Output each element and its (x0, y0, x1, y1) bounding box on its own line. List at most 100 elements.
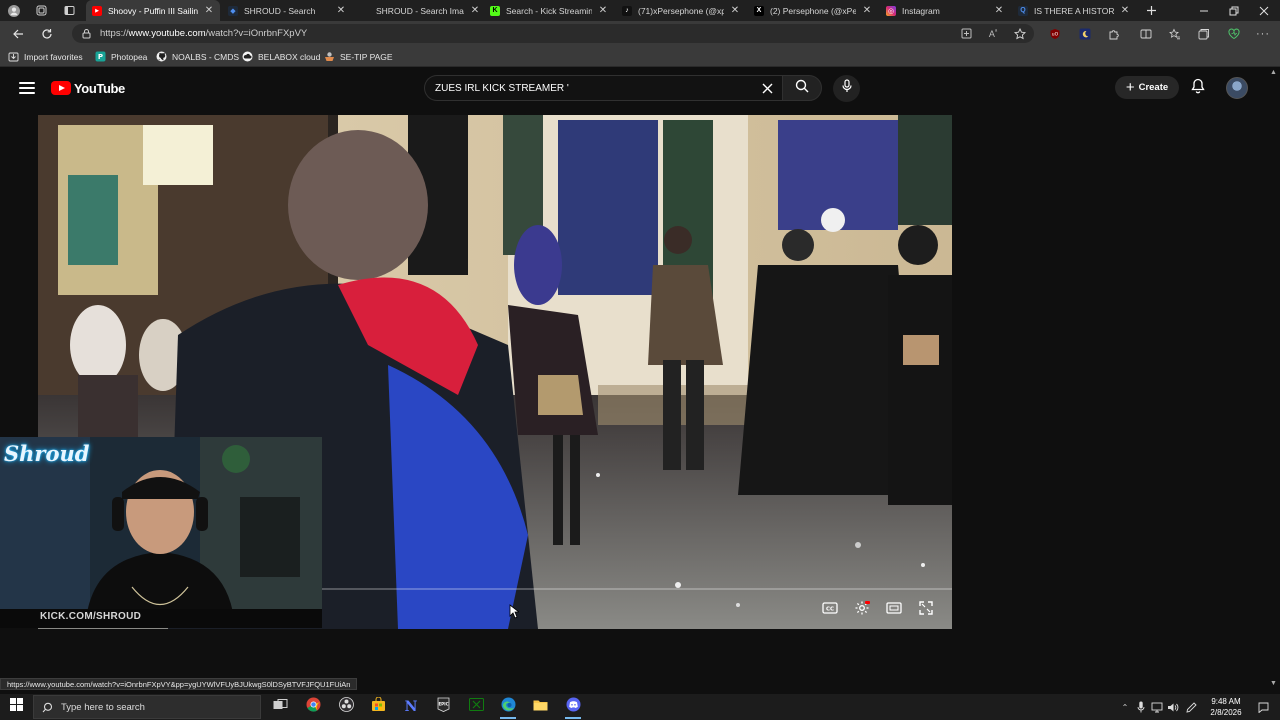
tab-actions-icon[interactable] (60, 2, 78, 19)
theater-mode-button[interactable] (884, 600, 904, 620)
tab-title: (2) Persephone (@xPerse (770, 5, 856, 16)
tab-shroud-search[interactable]: ◆ SHROUD - Search ✕ (222, 0, 352, 21)
progress-bar[interactable] (322, 588, 952, 590)
taskbar-discord[interactable] (562, 697, 584, 719)
bookmark-belabox[interactable]: BELABOX cloud (242, 49, 320, 64)
close-tab-icon[interactable]: ✕ (596, 4, 610, 18)
taskbar-store[interactable] (367, 696, 389, 717)
site-info-icon[interactable] (81, 28, 92, 42)
close-tab-icon[interactable]: ✕ (334, 4, 348, 18)
taskbar-search-input[interactable]: Type here to search (33, 695, 261, 719)
search-button[interactable] (782, 75, 822, 101)
pen-icon[interactable] (1184, 700, 1198, 714)
taskbar-clock[interactable]: 9:48 AM 2/8/2026 (1204, 696, 1248, 718)
scroll-down-icon[interactable]: ▼ (1270, 680, 1277, 687)
ublock-extension-icon[interactable]: uO (1046, 25, 1064, 42)
bookmark-se-tip-page[interactable]: SE-TIP PAGE (324, 49, 393, 64)
guide-menu-button[interactable] (18, 80, 36, 96)
tab-youtube[interactable]: ▶ Shoovy - Puffin III Sailing ✕ (86, 0, 220, 21)
scroll-up-icon[interactable]: ▲ (1270, 69, 1277, 76)
volume-icon[interactable] (1166, 700, 1180, 714)
bookmark-import-favorites[interactable]: Import favorites (8, 49, 83, 64)
profile-icon[interactable] (5, 2, 23, 19)
voice-search-button[interactable] (833, 75, 860, 102)
youtube-favicon-icon: ▶ (92, 5, 102, 16)
github-icon (156, 51, 167, 62)
plus-icon: + (1125, 79, 1135, 96)
streamer-webcam-overlay: Shroud KICK.COM/SHROUD (0, 437, 322, 628)
close-tab-icon[interactable]: ✕ (468, 4, 482, 18)
favorite-star-icon[interactable] (1011, 25, 1029, 42)
address-bar-input[interactable]: https://www.youtube.com/watch?v=iOnrbnFX… (72, 24, 1034, 43)
taskbar-obs[interactable] (335, 697, 357, 717)
search-input[interactable]: ZUES IRL KICK STREAMER ' (424, 75, 782, 101)
subtitles-button[interactable]: CC (820, 600, 840, 620)
close-tab-icon[interactable]: ✕ (992, 4, 1006, 18)
tab-x[interactable]: X (2) Persephone (@xPerse ✕ (748, 0, 878, 21)
fullscreen-button[interactable] (916, 600, 936, 620)
tab-kick-search[interactable]: K Search - Kick Streaming ✕ (484, 0, 614, 21)
new-tab-icon[interactable] (1142, 2, 1160, 19)
split-screen-icon[interactable] (1137, 25, 1155, 42)
network-icon[interactable] (1150, 700, 1164, 714)
browser-toolbar: https://www.youtube.com/watch?v=iOnrbnFX… (0, 21, 1280, 46)
taskbar-chrome[interactable] (302, 697, 324, 717)
close-tab-icon[interactable]: ✕ (1118, 4, 1132, 18)
close-tab-icon[interactable]: ✕ (860, 4, 874, 18)
settings-button[interactable] (852, 600, 872, 620)
bookmark-noalbs[interactable]: NOALBS - CMDS (156, 49, 239, 64)
taskbar-file-explorer[interactable] (529, 697, 551, 717)
edge-icon (501, 697, 516, 717)
extensions-puzzle-icon[interactable] (1105, 25, 1123, 42)
tab-tiktok[interactable]: ♪ (71)xPersephone (@xpers ✕ (616, 0, 746, 21)
svg-text:uO: uO (1052, 31, 1059, 37)
link-status-bar: https://www.youtube.com/watch?v=iOnrbnFX… (0, 678, 358, 690)
task-view-button[interactable] (269, 697, 291, 717)
refresh-button[interactable] (38, 25, 56, 42)
close-window-icon[interactable] (1248, 0, 1280, 21)
create-button[interactable]: + Create (1115, 76, 1179, 99)
notifications-button[interactable] (1188, 78, 1208, 98)
more-menu-icon[interactable]: ··· (1254, 25, 1272, 42)
bookmark-label: SE-TIP PAGE (340, 51, 393, 62)
tab-shroud-images[interactable]: SHROUD - Search Images ✕ (354, 0, 486, 21)
app-available-icon[interactable] (957, 25, 975, 42)
extension-moon-icon[interactable] (1076, 25, 1094, 42)
svg-text:EPIC: EPIC (438, 702, 448, 707)
tab-title: SHROUD - Search Images (376, 5, 464, 16)
n-app-icon: N (404, 699, 418, 715)
minimize-icon[interactable] (1188, 0, 1220, 21)
close-tab-icon[interactable]: ✕ (728, 4, 742, 18)
close-tab-icon[interactable]: ✕ (202, 4, 216, 18)
bookmark-label: Photopea (111, 51, 148, 62)
show-hidden-icons-icon[interactable]: ⌃ (1118, 700, 1132, 714)
tab-historical-search[interactable]: Q IS THERE A HISTORICAL ✕ (1012, 0, 1136, 21)
tab-title: Search - Kick Streaming (506, 5, 592, 16)
bookmark-photopea[interactable]: P Photopea (95, 49, 147, 64)
microphone-tray-icon[interactable] (1134, 700, 1148, 714)
notification-center-icon[interactable] (1256, 700, 1270, 714)
collections-icon[interactable] (1195, 25, 1213, 42)
browser-essentials-icon[interactable] (1225, 25, 1243, 42)
store-icon (371, 696, 386, 717)
tab-title: Instagram (902, 5, 940, 16)
start-button[interactable] (6, 698, 26, 716)
bing-favicon-icon: Q (1018, 5, 1028, 16)
read-aloud-icon[interactable]: Aᵃ (984, 25, 1002, 42)
taskbar-xbox-app[interactable] (465, 697, 487, 717)
back-button[interactable] (9, 25, 27, 42)
clear-search-icon[interactable] (758, 79, 776, 97)
workspaces-icon[interactable] (32, 2, 50, 19)
cloud-icon (242, 51, 253, 62)
tiktok-favicon-icon: ♪ (622, 5, 632, 16)
page-scrollbar[interactable]: ▲ ▼ (1268, 67, 1280, 689)
taskbar-edge[interactable] (497, 697, 519, 719)
account-avatar[interactable] (1226, 77, 1248, 99)
taskbar-n-app[interactable]: N (400, 697, 422, 717)
taskbar-epic-games[interactable]: EPIC (432, 697, 454, 717)
favorites-icon[interactable] (1166, 25, 1184, 42)
restore-icon[interactable] (1218, 0, 1250, 21)
youtube-logo[interactable]: YouTube (51, 80, 125, 96)
tab-instagram[interactable]: ◎ Instagram ✕ (880, 0, 1010, 21)
windows-taskbar: Type here to search N EPIC ⌃ 9:48 AM 2/8… (0, 694, 1280, 720)
